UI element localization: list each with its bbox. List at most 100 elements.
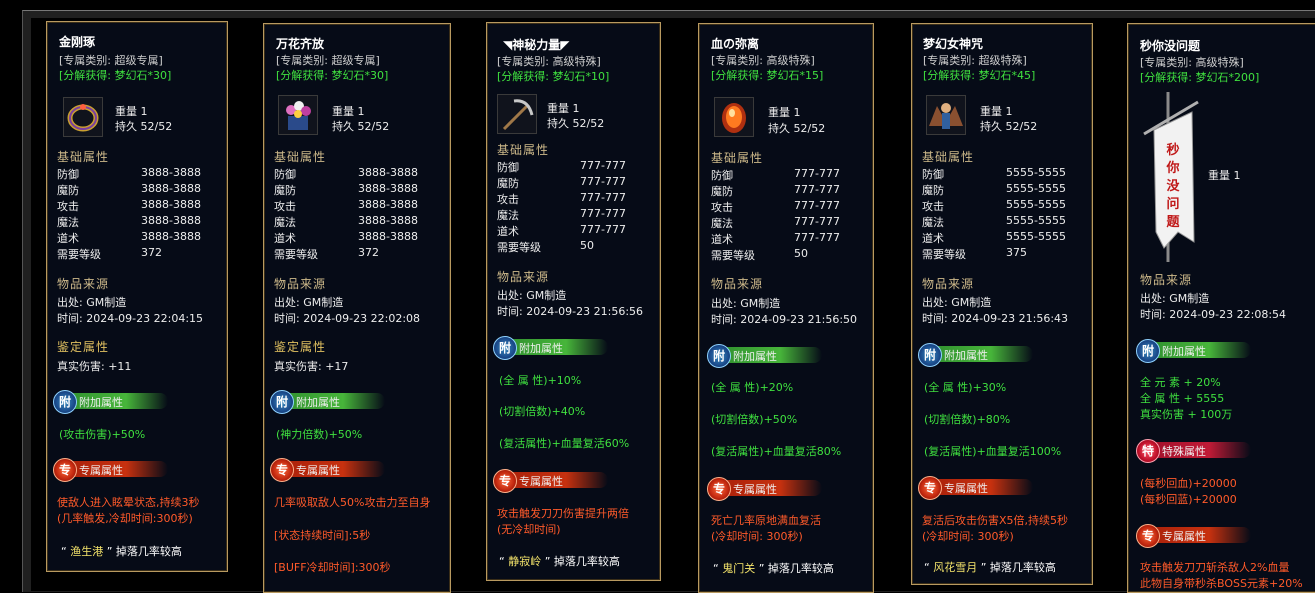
- stat-value: 50: [580, 239, 594, 252]
- badge-label: 附加属性: [733, 350, 777, 363]
- drop-location: 风花雪月: [933, 561, 978, 574]
- badge-icon: 附: [493, 336, 517, 360]
- item-decompose: [分解获得: 梦幻石*200]: [1140, 71, 1260, 84]
- stat-label: 道术: [922, 232, 944, 245]
- stat-label: 攻击: [711, 201, 733, 214]
- stat-value: 372: [141, 246, 162, 259]
- durability-label: 持久: [547, 117, 569, 130]
- extra-attribute: (复活属性)+血量复活100%: [924, 445, 1062, 458]
- badge-icon: 专: [918, 476, 942, 500]
- extra-attribute: (复活属性)+血量复活60%: [499, 437, 630, 450]
- weight-label: 重量: [980, 105, 1002, 118]
- badge-label: 附加属性: [79, 396, 123, 409]
- time-label: 时间:: [274, 312, 300, 325]
- badge-label: 附加属性: [519, 342, 563, 355]
- stat-label: 魔法: [497, 209, 519, 222]
- exclusive-attributes-badge: 专专属属性: [707, 477, 822, 501]
- time-label: 时间:: [497, 305, 523, 318]
- stat-label: 魔法: [711, 217, 733, 230]
- exclusive-attribute: (无冷却时间): [497, 523, 561, 536]
- exclusive-attribute: [BUFF冷却时间]:300秒: [274, 561, 391, 574]
- stat-value: 50: [794, 247, 808, 260]
- time-label: 时间:: [57, 312, 83, 325]
- badge-icon: 专: [493, 469, 517, 493]
- item-name: 金刚琢: [59, 35, 96, 49]
- item-decompose: [分解获得: 梦幻石*10]: [497, 70, 610, 83]
- drop-location: 静寂岭: [508, 555, 542, 568]
- item-name: 血の弥离: [711, 37, 760, 51]
- time-value: 2024-09-23 22:02:08: [303, 312, 421, 325]
- origin-value: GM制造: [526, 289, 567, 302]
- stat-value: 3888-3888: [141, 214, 201, 227]
- badge-label: 特殊属性: [1162, 445, 1206, 458]
- stat-value: 777-777: [794, 215, 840, 228]
- source-heading: 物品来源: [274, 277, 327, 291]
- stat-label: 防御: [711, 169, 733, 182]
- origin-label: 出处:: [497, 289, 523, 302]
- extra-attribute: (复活属性)+血量复活80%: [711, 445, 842, 458]
- stat-value: 375: [1006, 246, 1027, 259]
- base-attributes-heading: 基础属性: [711, 151, 764, 165]
- identify-heading: 鉴定属性: [274, 340, 327, 354]
- drop-suffix: 掉落几率较高: [989, 561, 1056, 574]
- stat-value: 5555-5555: [1006, 214, 1066, 227]
- time-value: 2024-09-23 21:56:56: [526, 305, 644, 318]
- item-tooltip-2: 万花齐放 [专属类别: 超级专属] [分解获得: 梦幻石*30] 重量 1 持久…: [263, 23, 451, 593]
- item-tooltip-3: ◥神秘力量◤ [专属类别: 高级特殊] [分解获得: 梦幻石*10] 重量 1 …: [486, 22, 661, 581]
- extra-attributes-badge: 附附加属性: [53, 390, 168, 414]
- stat-label: 防御: [497, 161, 519, 174]
- durability-label: 持久: [980, 120, 1002, 133]
- origin-label: 出处:: [922, 296, 948, 309]
- stat-value: 777-777: [580, 159, 626, 172]
- banner-icon[interactable]: 秒你没问题: [1134, 92, 1200, 262]
- exclusive-attribute: 死亡几率原地满血复活: [711, 514, 821, 527]
- stat-value: 3888-3888: [141, 166, 201, 179]
- origin-label: 出处:: [711, 297, 737, 310]
- item-tooltip-4: 血の弥离 [专属类别: 高级特殊] [分解获得: 梦幻石*15] 重量 1 持久…: [698, 23, 874, 593]
- blood-gem-icon[interactable]: [714, 97, 754, 137]
- stat-label: 魔法: [57, 216, 79, 229]
- extra-attribute: (切割倍数)+50%: [711, 413, 798, 426]
- badge-label: 专属属性: [296, 464, 340, 477]
- exclusive-attribute: 复活后攻击伤害X5倍,持续5秒: [922, 514, 1069, 527]
- item-category: [专属类别: 高级特殊]: [1140, 56, 1244, 69]
- drop-info: “ 风花雪月 ” 掉落几率较高: [924, 561, 1056, 574]
- stat-label: 攻击: [274, 200, 296, 213]
- stat-value: 777-777: [794, 167, 840, 180]
- weight-value: 1: [140, 105, 148, 118]
- origin-label: 出处:: [1140, 292, 1166, 305]
- stat-value: 777-777: [580, 207, 626, 220]
- stat-value: 5555-5555: [1006, 230, 1066, 243]
- source-heading: 物品来源: [922, 277, 975, 291]
- source-heading: 物品来源: [57, 277, 110, 291]
- stat-value: 3888-3888: [358, 230, 418, 243]
- stat-label: 防御: [57, 168, 79, 181]
- drop-location: 渔生港: [70, 545, 104, 558]
- goddess-icon[interactable]: [926, 95, 966, 135]
- item-name: 万花齐放: [276, 37, 325, 51]
- badge-label: 附加属性: [944, 349, 988, 362]
- item-decompose: [分解获得: 梦幻石*30]: [276, 69, 389, 82]
- durability-value: 52/52: [793, 122, 826, 135]
- stat-label: 道术: [711, 233, 733, 246]
- item-name: 梦幻女神咒: [923, 37, 984, 51]
- ring-icon[interactable]: [63, 97, 103, 137]
- time-label: 时间:: [1140, 308, 1166, 321]
- stat-label: 需要等级: [711, 249, 755, 262]
- stat-value: 3888-3888: [358, 214, 418, 227]
- stat-label: 攻击: [57, 200, 79, 213]
- stat-value: 777-777: [794, 231, 840, 244]
- item-name: ◥神秘力量◤: [503, 38, 570, 52]
- origin-label: 出处:: [57, 296, 83, 309]
- source-heading: 物品来源: [497, 270, 550, 284]
- flower-basket-icon[interactable]: [278, 95, 318, 135]
- stat-label: 需要等级: [497, 241, 541, 254]
- pickaxe-icon[interactable]: [497, 94, 537, 134]
- base-attributes-heading: 基础属性: [922, 150, 975, 164]
- exclusive-attributes-badge: 专专属属性: [918, 476, 1033, 500]
- stat-value: 3888-3888: [141, 198, 201, 211]
- stat-value: 777-777: [794, 199, 840, 212]
- drop-suffix: 掉落几率较高: [115, 545, 182, 558]
- exclusive-attributes-badge: 专专属属性: [1136, 524, 1251, 548]
- durability-label: 持久: [332, 120, 354, 133]
